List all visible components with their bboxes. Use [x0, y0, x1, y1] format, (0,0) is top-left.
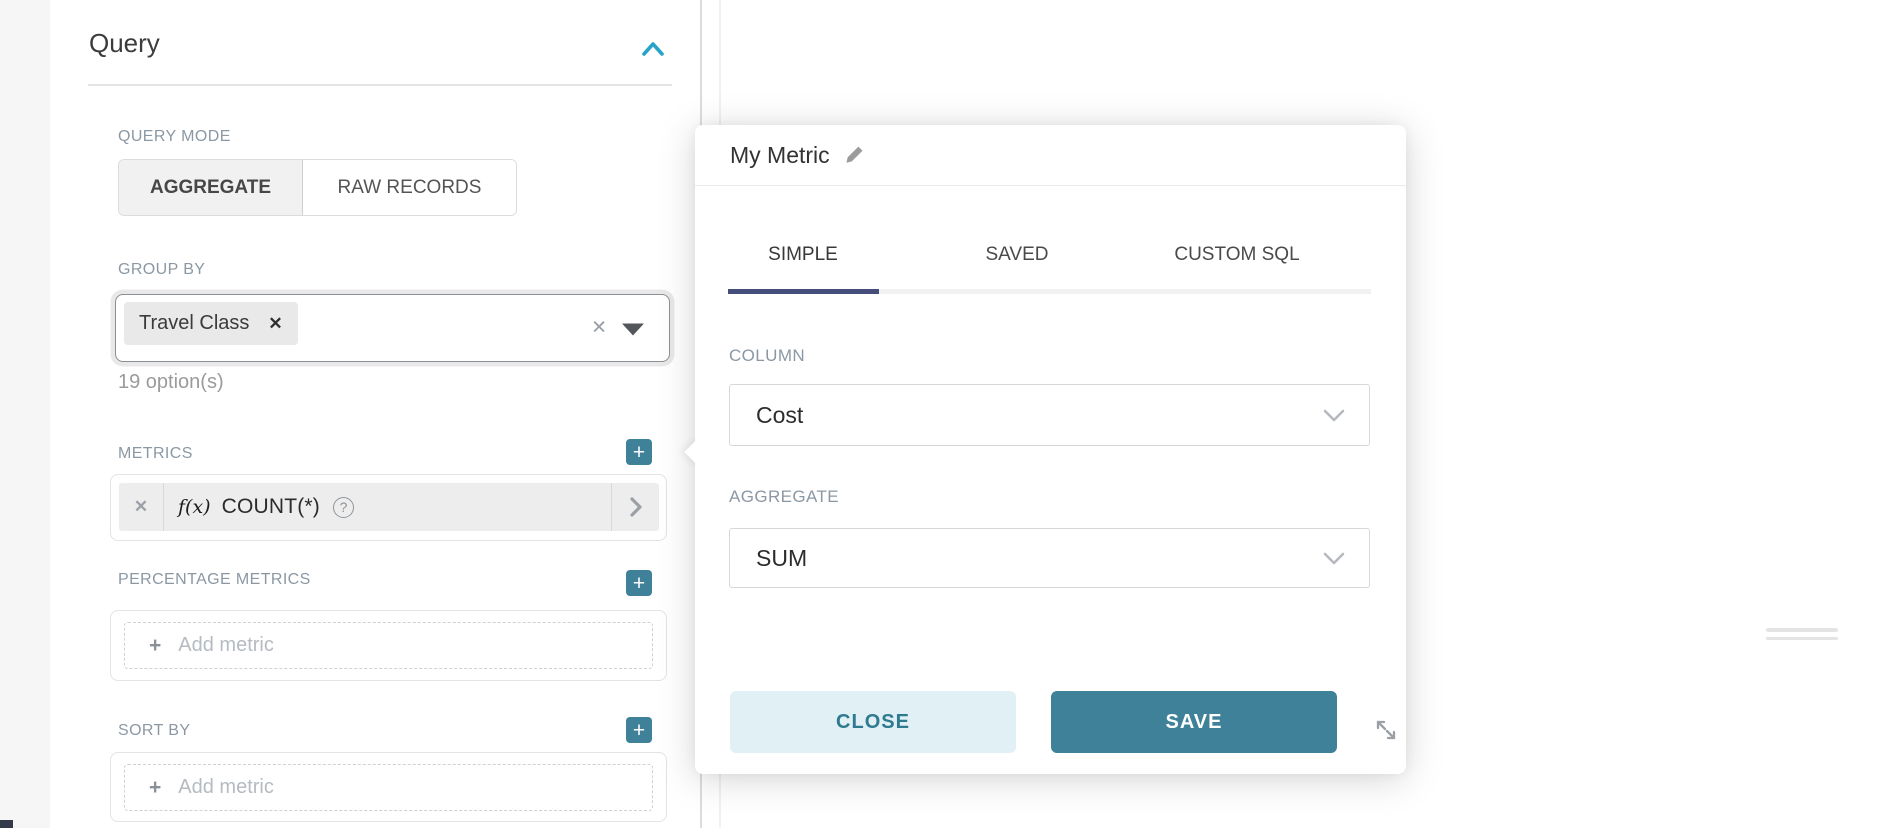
metrics-label: METRICS	[118, 445, 193, 463]
metric-edit-popover: My Metric SIMPLE SAVED CUSTOM SQL COLUMN…	[695, 125, 1406, 774]
percentage-metrics-add-metric[interactable]: + Add metric	[124, 622, 653, 669]
sort-by-label: SORT BY	[118, 722, 190, 740]
metric-name: COUNT(*)	[222, 495, 320, 519]
popover-header: My Metric	[695, 125, 1406, 186]
save-button[interactable]: SAVE	[1051, 691, 1337, 753]
tab-custom-sql[interactable]: CUSTOM SQL	[1174, 244, 1299, 266]
chevron-right-icon[interactable]	[611, 483, 659, 531]
query-mode-aggregate-button[interactable]: AGGREGATE	[119, 160, 303, 215]
add-metric-button[interactable]: +	[626, 439, 652, 465]
plus-icon: +	[149, 635, 161, 656]
add-percentage-metric-button[interactable]: +	[626, 570, 652, 596]
plus-icon: +	[633, 573, 645, 594]
percentage-metrics-label: PERCENTAGE METRICS	[118, 571, 311, 589]
help-icon[interactable]: ?	[333, 497, 354, 518]
add-metric-placeholder: Add metric	[178, 634, 274, 657]
tab-simple[interactable]: SIMPLE	[768, 244, 838, 266]
sort-by-add-metric[interactable]: + Add metric	[124, 764, 653, 811]
edit-title-pencil-icon[interactable]	[844, 144, 866, 166]
fx-icon: f(x)	[178, 496, 211, 518]
explore-page: Query QUERY MODE AGGREGATE RAW RECORDS G…	[0, 0, 1902, 828]
tab-saved[interactable]: SAVED	[985, 244, 1048, 266]
section-divider	[88, 84, 672, 86]
bottom-left-dark-corner	[0, 820, 13, 828]
active-tab-indicator	[728, 289, 879, 294]
column-label: COLUMN	[729, 346, 805, 366]
aggregate-label: AGGREGATE	[729, 487, 839, 507]
add-sort-button[interactable]: +	[626, 717, 652, 743]
group-by-tag: Travel Class ✕	[124, 302, 298, 345]
group-by-select[interactable]: Travel Class ✕ ✕	[115, 294, 670, 362]
remove-tag-icon[interactable]: ✕	[268, 314, 282, 334]
metric-pill[interactable]: ✕ f(x) COUNT(*) ?	[119, 483, 659, 531]
chevron-up-icon[interactable]	[641, 40, 665, 60]
column-select[interactable]: Cost	[729, 384, 1370, 446]
chevron-down-icon	[1323, 409, 1345, 422]
sort-by-container: + Add metric	[110, 752, 667, 822]
query-mode-toggle: AGGREGATE RAW RECORDS	[118, 159, 517, 216]
query-mode-raw-records-button[interactable]: RAW RECORDS	[303, 160, 516, 215]
percentage-metrics-container: + Add metric	[110, 610, 667, 681]
query-mode-label: QUERY MODE	[118, 128, 231, 146]
column-value: Cost	[756, 402, 803, 429]
drag-handle-line[interactable]	[1766, 628, 1838, 632]
plus-icon: +	[633, 442, 645, 463]
clear-icon[interactable]: ✕	[591, 317, 607, 340]
chevron-down-icon	[1323, 552, 1345, 565]
group-by-tag-label: Travel Class	[139, 312, 249, 335]
popover-title: My Metric	[730, 142, 830, 169]
group-by-options-hint: 19 option(s)	[118, 371, 224, 394]
resize-icon[interactable]	[1374, 718, 1398, 742]
close-button[interactable]: CLOSE	[730, 691, 1016, 753]
remove-metric-icon[interactable]: ✕	[119, 483, 164, 531]
plus-icon: +	[633, 720, 645, 741]
left-rail	[0, 0, 50, 828]
aggregate-select[interactable]: SUM	[729, 528, 1370, 588]
caret-down-icon[interactable]	[622, 323, 644, 335]
add-metric-placeholder: Add metric	[178, 776, 274, 799]
tab-track	[728, 289, 1371, 294]
metrics-container: ✕ f(x) COUNT(*) ?	[110, 474, 667, 541]
group-by-label: GROUP BY	[118, 261, 205, 279]
plus-icon: +	[149, 777, 161, 798]
drag-handle-line[interactable]	[1766, 637, 1838, 641]
query-section-title: Query	[89, 28, 160, 59]
aggregate-value: SUM	[756, 545, 807, 572]
popover-arrow	[684, 439, 709, 464]
